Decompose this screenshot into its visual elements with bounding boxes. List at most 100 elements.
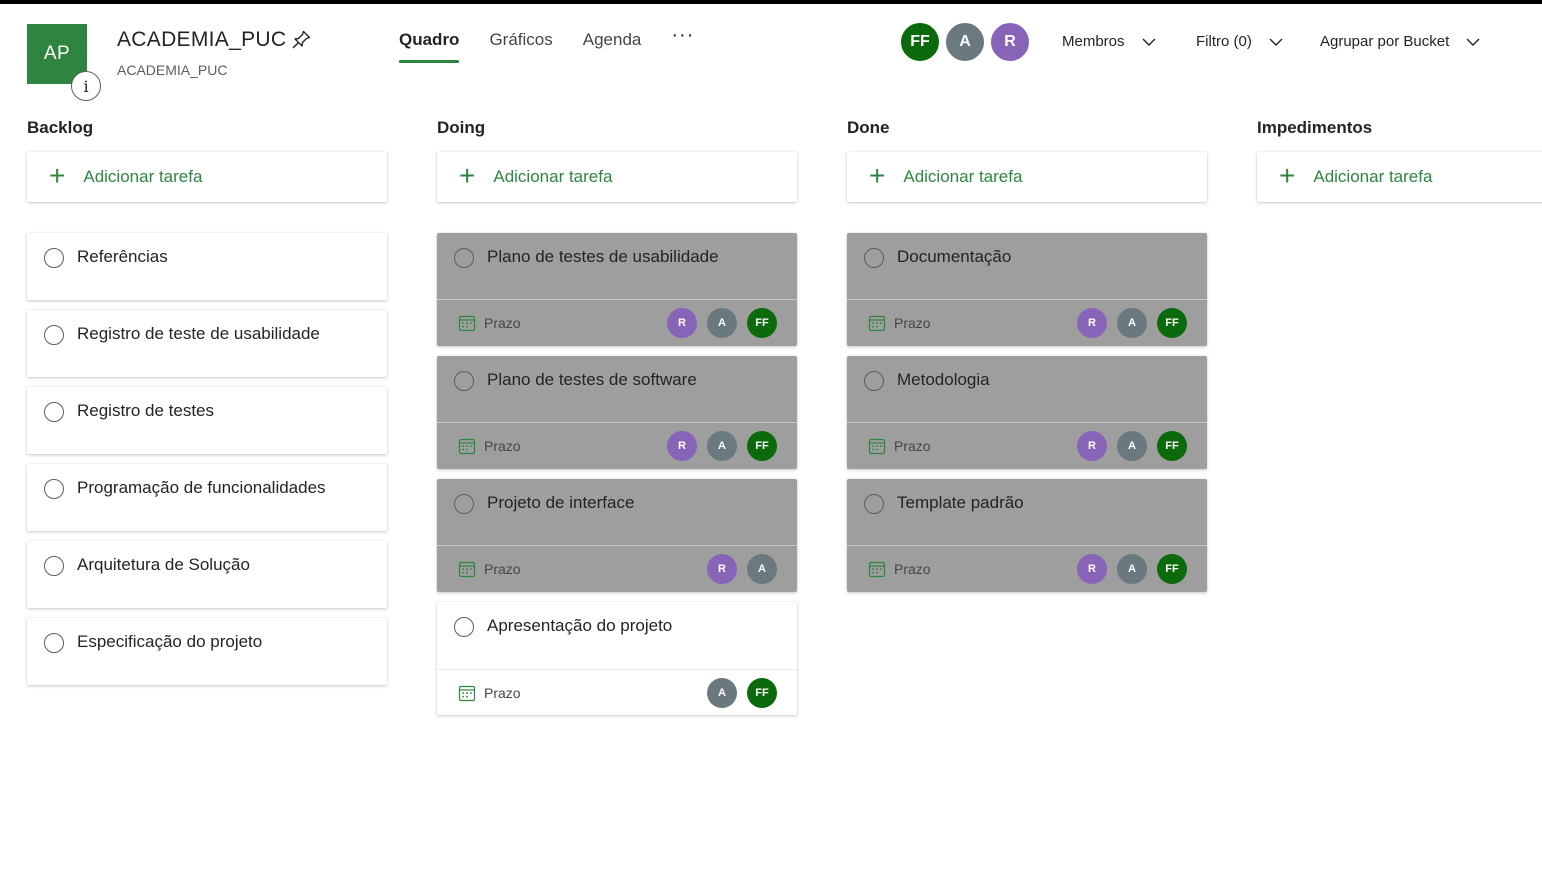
task-card-footer: Prazo R A FF bbox=[847, 423, 1207, 469]
members-avatars[interactable]: FF A R bbox=[900, 22, 1035, 62]
plan-title: ACADEMIA_PUC bbox=[117, 28, 287, 51]
task-card-footer: Prazo R A FF bbox=[847, 546, 1207, 592]
task-card-header: Registro de testes bbox=[27, 387, 387, 454]
task-card[interactable]: Registro de testes bbox=[27, 387, 387, 454]
due-date-label[interactable]: Prazo bbox=[894, 315, 1067, 331]
task-title: Metodologia bbox=[897, 370, 990, 389]
assignee-avatar[interactable]: FF bbox=[1157, 308, 1187, 338]
task-card[interactable]: Programação de funcionalidades bbox=[27, 464, 387, 531]
calendar-icon bbox=[458, 561, 476, 578]
assignee-avatar[interactable]: R bbox=[667, 308, 697, 338]
add-task-button[interactable]: + Adicionar tarefa bbox=[1257, 152, 1542, 202]
avatar[interactable]: R bbox=[990, 22, 1030, 62]
complete-task-checkbox[interactable] bbox=[44, 248, 64, 268]
members-dropdown[interactable]: Membros bbox=[1062, 33, 1157, 50]
complete-task-checkbox[interactable] bbox=[454, 371, 474, 391]
assignee-avatar[interactable]: A bbox=[1117, 431, 1147, 461]
add-task-button[interactable]: + Adicionar tarefa bbox=[437, 152, 797, 202]
chevron-down-icon bbox=[1142, 38, 1156, 46]
due-date-label[interactable]: Prazo bbox=[894, 561, 1067, 577]
task-title: Programação de funcionalidades bbox=[77, 478, 326, 497]
complete-task-checkbox[interactable] bbox=[44, 556, 64, 576]
bucket-title[interactable]: Done bbox=[847, 118, 1207, 138]
task-card[interactable]: Referências bbox=[27, 233, 387, 300]
task-card[interactable]: Registro de teste de usabilidade bbox=[27, 310, 387, 377]
add-task-label: Adicionar tarefa bbox=[83, 167, 203, 186]
assignee-avatar[interactable]: FF bbox=[1157, 554, 1187, 584]
assignee-avatar[interactable]: R bbox=[667, 431, 697, 461]
task-card[interactable]: Documentação Prazo R A FF bbox=[847, 233, 1207, 346]
assignees: RA bbox=[697, 554, 777, 584]
task-title: Plano de testes de usabilidade bbox=[487, 247, 719, 266]
task-card[interactable]: Plano de testes de usabilidade Prazo R A FF bbox=[437, 233, 797, 346]
bucket-title[interactable]: Impedimentos bbox=[1257, 118, 1542, 138]
assignees: R A FF bbox=[1067, 431, 1187, 461]
chevron-down-icon bbox=[1466, 38, 1480, 46]
due-date-label[interactable]: Prazo bbox=[484, 438, 657, 454]
complete-task-checkbox[interactable] bbox=[44, 633, 64, 653]
complete-task-checkbox[interactable] bbox=[454, 494, 474, 514]
due-date-label[interactable]: Prazo bbox=[484, 685, 697, 701]
assignees: A FF bbox=[697, 677, 777, 708]
task-card-header: Plano de testes de usabilidade bbox=[437, 233, 797, 300]
assignee-avatar[interactable]: R bbox=[1077, 308, 1107, 338]
complete-task-checkbox[interactable] bbox=[864, 248, 884, 268]
complete-task-checkbox[interactable] bbox=[454, 617, 474, 637]
task-card[interactable]: Plano de testes de software Prazo R A FF bbox=[437, 356, 797, 469]
add-task-button[interactable]: + Adicionar tarefa bbox=[27, 152, 387, 202]
task-list: Referências Registro de teste de usabilid… bbox=[27, 233, 387, 685]
tab-quadro[interactable]: Quadro bbox=[399, 30, 460, 63]
plus-icon: + bbox=[459, 159, 476, 191]
assignee-avatar[interactable]: A bbox=[707, 308, 737, 338]
task-title: Referências bbox=[77, 247, 168, 266]
filter-dropdown[interactable]: Filtro (0) bbox=[1196, 33, 1284, 50]
due-date-label[interactable]: Prazo bbox=[894, 438, 1067, 454]
task-card-footer: Prazo A FF bbox=[437, 669, 797, 715]
assignee-avatar[interactable]: A bbox=[707, 431, 737, 461]
assignee-avatar[interactable]: FF bbox=[747, 431, 777, 461]
task-title: Projeto de interface bbox=[487, 493, 635, 512]
due-date-label[interactable]: Prazo bbox=[484, 315, 657, 331]
due-date-label[interactable]: Prazo bbox=[484, 561, 697, 577]
info-icon-glyph: i bbox=[83, 76, 89, 96]
add-task-button[interactable]: + Adicionar tarefa bbox=[847, 152, 1207, 202]
assignee-avatar[interactable]: A bbox=[707, 677, 737, 708]
task-card-header: Metodologia bbox=[847, 356, 1207, 423]
task-card[interactable]: Projeto de interface Prazo R A bbox=[437, 479, 797, 592]
assignee-avatar[interactable]: R bbox=[707, 554, 737, 584]
members-label: Membros bbox=[1062, 33, 1125, 50]
avatar[interactable]: A bbox=[945, 22, 985, 62]
complete-task-checkbox[interactable] bbox=[454, 248, 474, 268]
assignee-avatar[interactable]: R bbox=[1077, 431, 1107, 461]
complete-task-checkbox[interactable] bbox=[864, 494, 884, 514]
pin-icon[interactable] bbox=[289, 28, 313, 52]
avatar[interactable]: FF bbox=[900, 22, 940, 62]
complete-task-checkbox[interactable] bbox=[44, 479, 64, 499]
assignee-avatar[interactable]: A bbox=[747, 554, 777, 584]
info-icon[interactable]: i bbox=[71, 71, 101, 101]
calendar-icon bbox=[458, 438, 476, 455]
complete-task-checkbox[interactable] bbox=[864, 371, 884, 391]
bucket-title[interactable]: Doing bbox=[437, 118, 797, 138]
assignee-avatar[interactable]: R bbox=[1077, 554, 1107, 584]
more-options-icon[interactable]: ··· bbox=[671, 24, 694, 47]
task-card[interactable]: Arquitetura de Solução bbox=[27, 541, 387, 608]
assignee-avatar[interactable]: A bbox=[1117, 308, 1147, 338]
task-card[interactable]: Metodologia Prazo R A FF bbox=[847, 356, 1207, 469]
bucket-done: Done + Adicionar tarefa Documentação Prazo… bbox=[847, 118, 1207, 602]
assignee-avatar[interactable]: FF bbox=[1157, 431, 1187, 461]
complete-task-checkbox[interactable] bbox=[44, 325, 64, 345]
group-by-dropdown[interactable]: Agrupar por Bucket bbox=[1320, 33, 1481, 50]
tab-graficos[interactable]: Gráficos bbox=[489, 30, 552, 63]
assignee-avatar[interactable]: A bbox=[1117, 554, 1147, 584]
task-card[interactable]: Template padrão Prazo R A FF bbox=[847, 479, 1207, 592]
task-card-header: Template padrão bbox=[847, 479, 1207, 546]
tab-agenda[interactable]: Agenda bbox=[583, 30, 642, 63]
assignee-avatar[interactable]: FF bbox=[747, 308, 777, 338]
bucket-backlog: Backlog + Adicionar tarefa Referências Reg… bbox=[27, 118, 387, 695]
task-card[interactable]: Especificação do projeto bbox=[27, 618, 387, 685]
bucket-title[interactable]: Backlog bbox=[27, 118, 387, 138]
assignee-avatar[interactable]: FF bbox=[747, 677, 777, 708]
task-card[interactable]: Apresentação do projeto Prazo A FF bbox=[437, 602, 797, 715]
complete-task-checkbox[interactable] bbox=[44, 402, 64, 422]
